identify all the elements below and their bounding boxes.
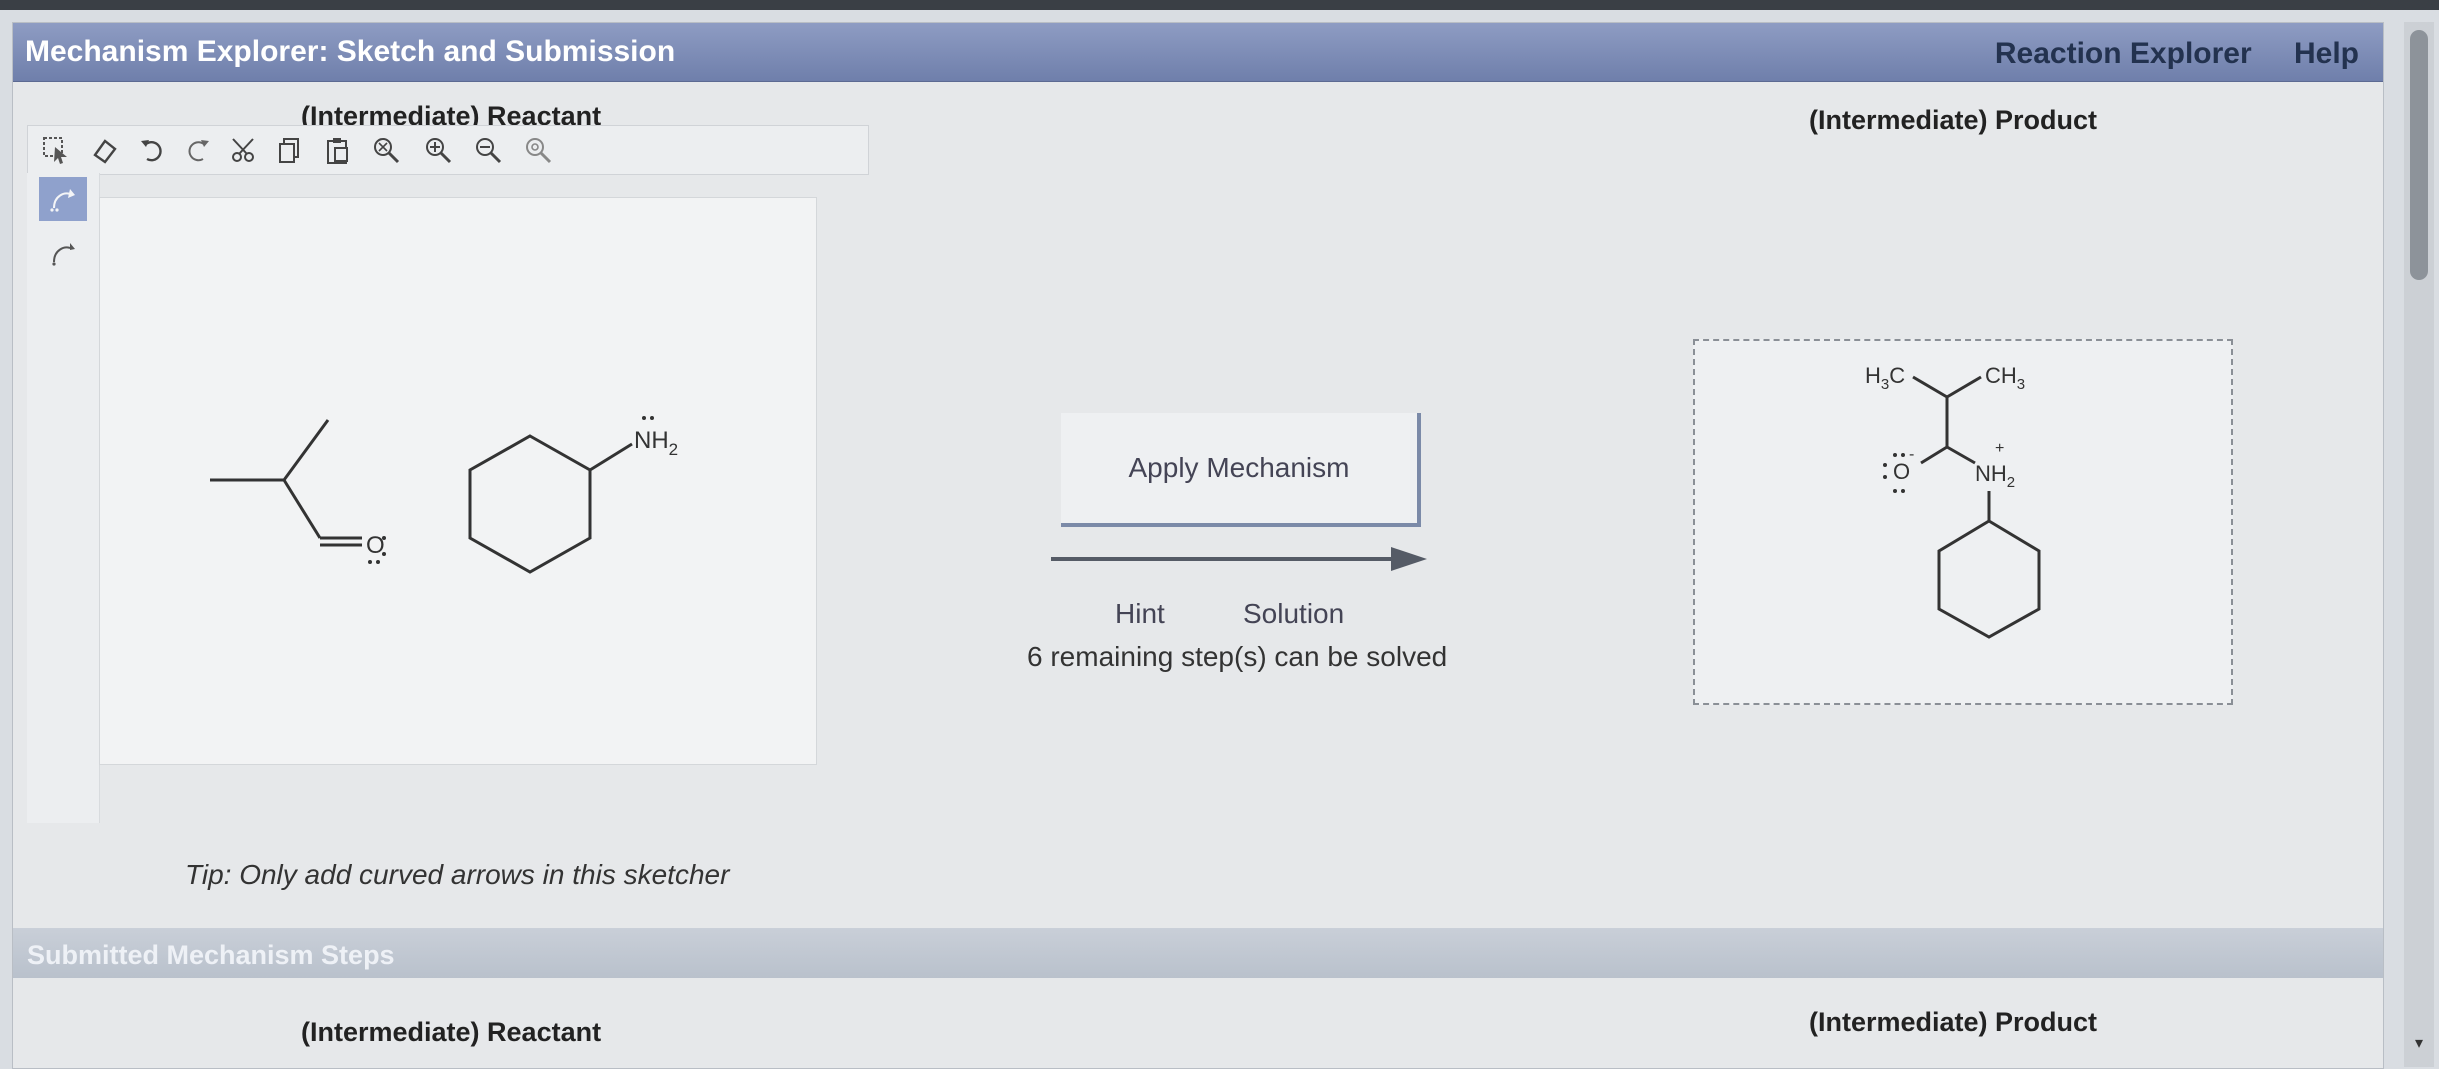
scroll-down-icon[interactable]: ▾: [2408, 1032, 2430, 1054]
single-electron-arrow-icon[interactable]: [39, 231, 87, 275]
aldehyde-molecule: [210, 419, 362, 547]
scrollbar-thumb[interactable]: [2410, 30, 2428, 280]
zoom-reset-icon[interactable]: [518, 130, 558, 170]
product-panel-label: (Intermediate) Product: [1809, 105, 2098, 135]
title-bar: Mechanism Explorer: Sketch and Submissio…: [13, 23, 2383, 82]
zoom-in-icon[interactable]: [418, 130, 458, 170]
amine-charge: +: [1995, 440, 2004, 457]
ammonium-label: NH2: [1975, 461, 2015, 491]
redo-icon[interactable]: [178, 130, 218, 170]
product-molecule: H3C CH3 O - + NH2: [1865, 363, 2041, 639]
product-structure-box: H3C CH3 O - + NH2: [1693, 339, 2233, 705]
submitted-reactant-label: (Intermediate) Reactant: [301, 1017, 602, 1047]
nav-help[interactable]: Help: [2294, 37, 2359, 70]
page-scrollbar[interactable]: ▾: [2404, 22, 2434, 1067]
cyclohexane-ring: [468, 434, 633, 574]
nav-reaction-explorer[interactable]: Reaction Explorer: [1995, 37, 2252, 70]
amine-label: NH2: [634, 427, 678, 459]
sketcher-toolbar: [27, 125, 869, 175]
left-methyl-label: H3C: [1865, 363, 1905, 393]
submitted-product-label: (Intermediate) Product: [1809, 1007, 2098, 1037]
solution-link[interactable]: Solution: [1243, 598, 1344, 630]
submitted-steps-title: Submitted Mechanism Steps: [27, 940, 395, 970]
submitted-steps-header: Submitted Mechanism Steps: [13, 928, 2383, 978]
copy-icon[interactable]: [270, 130, 310, 170]
paste-icon[interactable]: [318, 130, 358, 170]
arrow-tool-sidebar: [27, 173, 100, 823]
hint-link[interactable]: Hint: [1115, 598, 1165, 630]
right-methyl-label: CH3: [1985, 363, 2025, 393]
carbonyl-oxygen-label: O: [366, 532, 385, 559]
select-icon[interactable]: [36, 130, 76, 170]
zoom-out-icon[interactable]: [468, 130, 508, 170]
reaction-arrow-icon: [1051, 547, 1427, 571]
mechanism-controls: Apply Mechanism Hint Solution 6 remainin…: [1013, 391, 1453, 681]
alkoxide-oxygen-label: O: [1893, 459, 1910, 484]
top-nav: Reaction Explorer Help: [1961, 37, 2359, 71]
window-title: Mechanism Explorer: Sketch and Submissio…: [25, 35, 676, 68]
top-strip: [0, 0, 2439, 10]
apply-mechanism-button[interactable]: Apply Mechanism: [1061, 413, 1421, 527]
eraser-icon[interactable]: [84, 130, 124, 170]
remaining-steps-text: 6 remaining step(s) can be solved: [1027, 641, 1448, 672]
oxygen-charge: -: [1909, 446, 1914, 463]
mechanism-explorer-window: Mechanism Explorer: Sketch and Submissio…: [12, 22, 2384, 1069]
sketcher-tip: Tip: Only add curved arrows in this sket…: [185, 859, 730, 890]
electron-pair-arrow-icon[interactable]: [39, 177, 87, 221]
undo-icon[interactable]: [132, 130, 172, 170]
reactant-molecules: O NH2: [210, 416, 678, 574]
reactant-sketch-canvas[interactable]: O NH2: [99, 197, 817, 765]
zoom-fit-icon[interactable]: [366, 130, 406, 170]
cut-icon[interactable]: [224, 130, 264, 170]
